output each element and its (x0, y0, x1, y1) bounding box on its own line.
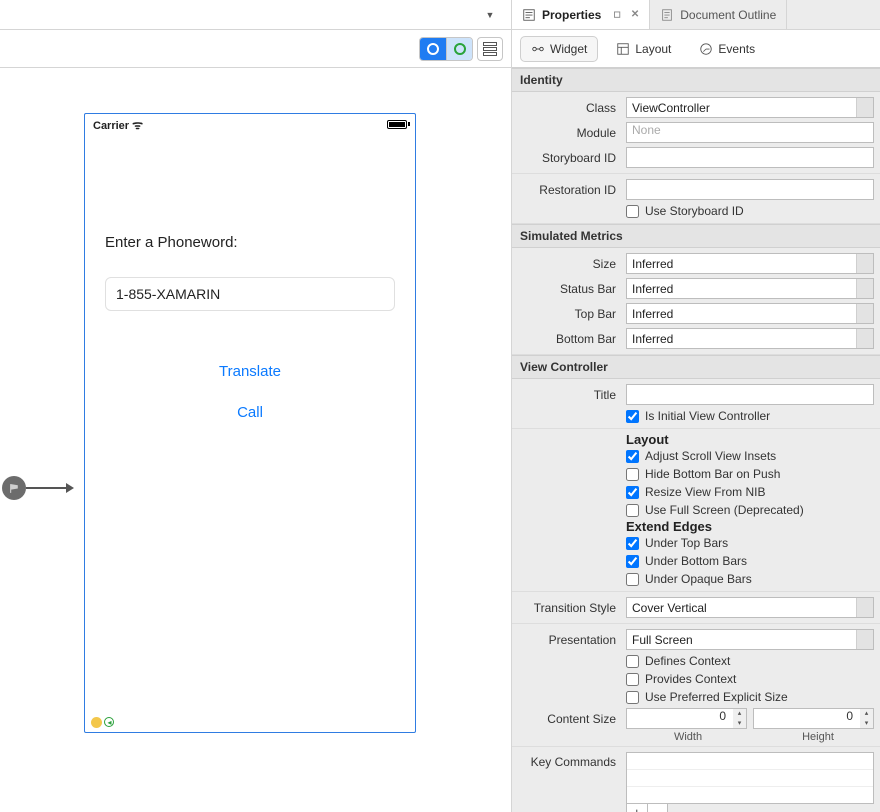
section-view-controller-header: View Controller (512, 355, 880, 379)
battery-icon (387, 120, 407, 129)
use-preferred-explicit-size-checkbox[interactable]: Use Preferred Explicit Size (626, 688, 880, 706)
height-sublabel: Height (756, 731, 880, 743)
content-size-label: Content Size (512, 712, 620, 726)
key-commands-remove-button[interactable]: − (647, 804, 668, 812)
restoration-id-label: Restoration ID (512, 183, 620, 197)
constraint-pin-icon (453, 42, 467, 56)
subtab-layout-label: Layout (635, 42, 671, 56)
translate-button[interactable]: Translate (105, 363, 395, 380)
bottom-bar-label: Bottom Bar (512, 332, 620, 346)
constraint-mode-pin-button[interactable] (446, 38, 472, 60)
under-opaque-bars-checkbox[interactable]: Under Opaque Bars (626, 570, 880, 588)
subtab-layout[interactable]: Layout (606, 36, 681, 62)
events-icon (699, 42, 713, 56)
subtab-widget[interactable]: Widget (520, 36, 598, 62)
class-label: Class (512, 101, 620, 115)
content-size-width-input[interactable]: 0 (626, 708, 747, 729)
simulated-status-bar: Carrier ᯤ (85, 114, 415, 134)
close-icon[interactable]: ✕ (631, 9, 639, 20)
initial-vc-arrow[interactable] (2, 476, 72, 500)
tab-properties-label: Properties (542, 8, 601, 22)
designer-toolbar (0, 30, 511, 68)
document-outline-icon (660, 8, 674, 22)
size-label: Size (512, 257, 620, 271)
tab-document-outline-label: Document Outline (680, 8, 776, 22)
storyboard-id-input[interactable] (626, 147, 874, 168)
toggle-outline-button[interactable] (477, 37, 503, 61)
adjust-scroll-insets-checkbox[interactable]: Adjust Scroll View Insets (626, 447, 880, 465)
phoneword-label[interactable]: Enter a Phoneword: (105, 234, 395, 251)
constraint-mode-group (419, 37, 473, 61)
designer-canvas-pane: ▼ Car (0, 0, 512, 812)
view-controller-scene[interactable]: Carrier ᯤ Enter a Phoneword: 1-855-XAMAR… (84, 113, 416, 733)
hide-bottom-bar-checkbox[interactable]: Hide Bottom Bar on Push (626, 465, 880, 483)
under-top-bars-checkbox[interactable]: Under Top Bars (626, 534, 880, 552)
storyboard-id-label: Storyboard ID (512, 151, 620, 165)
panel-tabstrip: Properties ◻ ✕ Document Outline (512, 0, 880, 30)
key-commands-label: Key Commands (512, 752, 620, 769)
storyboard-canvas[interactable]: Carrier ᯤ Enter a Phoneword: 1-855-XAMAR… (0, 68, 511, 812)
use-full-screen-checkbox[interactable]: Use Full Screen (Deprecated) (626, 501, 880, 519)
status-bar-label: Status Bar (512, 282, 620, 296)
designer-dropdown-caret-icon[interactable]: ▼ (483, 8, 497, 22)
transition-style-label: Transition Style (512, 601, 620, 615)
exit-icon[interactable] (104, 717, 114, 727)
designer-top-bar: ▼ (0, 0, 511, 30)
section-identity-header: Identity (512, 68, 880, 92)
dock-icon[interactable]: ◻ (613, 9, 620, 20)
outline-icon (483, 42, 497, 56)
subtab-widget-label: Widget (550, 42, 587, 56)
top-bar-label: Top Bar (512, 307, 620, 321)
layout-group-header: Layout (626, 432, 880, 447)
class-select[interactable]: ViewController▴▾ (626, 97, 874, 118)
under-bottom-bars-checkbox[interactable]: Under Bottom Bars (626, 552, 880, 570)
subtab-events[interactable]: Events (689, 36, 765, 62)
inspector-panel: Properties ◻ ✕ Document Outline Widget L… (512, 0, 880, 812)
width-sublabel: Width (626, 731, 750, 743)
scene-footer-icons (91, 717, 114, 728)
title-label: Title (512, 388, 620, 402)
is-initial-vc-checkbox[interactable]: Is Initial View Controller (626, 407, 880, 425)
transition-style-select[interactable]: Cover Vertical▴▾ (626, 597, 874, 618)
properties-icon (522, 8, 536, 22)
section-simulated-metrics-header: Simulated Metrics (512, 224, 880, 248)
tab-properties[interactable]: Properties ◻ ✕ (512, 0, 650, 29)
size-select[interactable]: Inferred▴▾ (626, 253, 874, 274)
status-bar-select[interactable]: Inferred▴▾ (626, 278, 874, 299)
module-label: Module (512, 126, 620, 140)
defines-context-checkbox[interactable]: Defines Context (626, 652, 880, 670)
resize-view-nib-checkbox[interactable]: Resize View From NIB (626, 483, 880, 501)
content-size-height-input[interactable]: 0 (753, 708, 874, 729)
constraint-mode-frame-button[interactable] (420, 38, 446, 60)
inspector-subtabs: Widget Layout Events (512, 30, 880, 68)
inspector-scroll-area[interactable]: Identity Class ViewController▴▾ Module N… (512, 68, 880, 812)
layout-icon (616, 42, 630, 56)
module-input[interactable]: None (626, 122, 874, 143)
top-bar-select[interactable]: Inferred▴▾ (626, 303, 874, 324)
first-responder-icon[interactable] (91, 717, 102, 728)
wifi-icon: ᯤ (132, 118, 143, 132)
use-storyboard-id-checkbox[interactable]: Use Storyboard ID (626, 202, 880, 220)
key-commands-add-button[interactable]: + (627, 804, 647, 812)
content-size-width-stepper[interactable]: ▴▾ (733, 708, 747, 729)
call-button[interactable]: Call (105, 404, 395, 421)
constraint-frame-icon (426, 42, 440, 56)
widget-icon (531, 42, 545, 56)
presentation-select[interactable]: Full Screen▴▾ (626, 629, 874, 650)
restoration-id-input[interactable] (626, 179, 874, 200)
content-size-height-stepper[interactable]: ▴▾ (860, 708, 874, 729)
entry-point-flag-icon (2, 476, 26, 500)
carrier-label: Carrier ᯤ (93, 116, 143, 133)
bottom-bar-select[interactable]: Inferred▴▾ (626, 328, 874, 349)
title-input[interactable] (626, 384, 874, 405)
key-commands-table[interactable] (626, 752, 874, 804)
extend-edges-group-header: Extend Edges (626, 519, 880, 534)
tab-document-outline[interactable]: Document Outline (650, 0, 787, 29)
provides-context-checkbox[interactable]: Provides Context (626, 670, 880, 688)
phoneword-textfield[interactable]: 1-855-XAMARIN (105, 277, 395, 311)
subtab-events-label: Events (718, 42, 755, 56)
presentation-label: Presentation (512, 633, 620, 647)
entry-arrow-line (26, 487, 72, 489)
